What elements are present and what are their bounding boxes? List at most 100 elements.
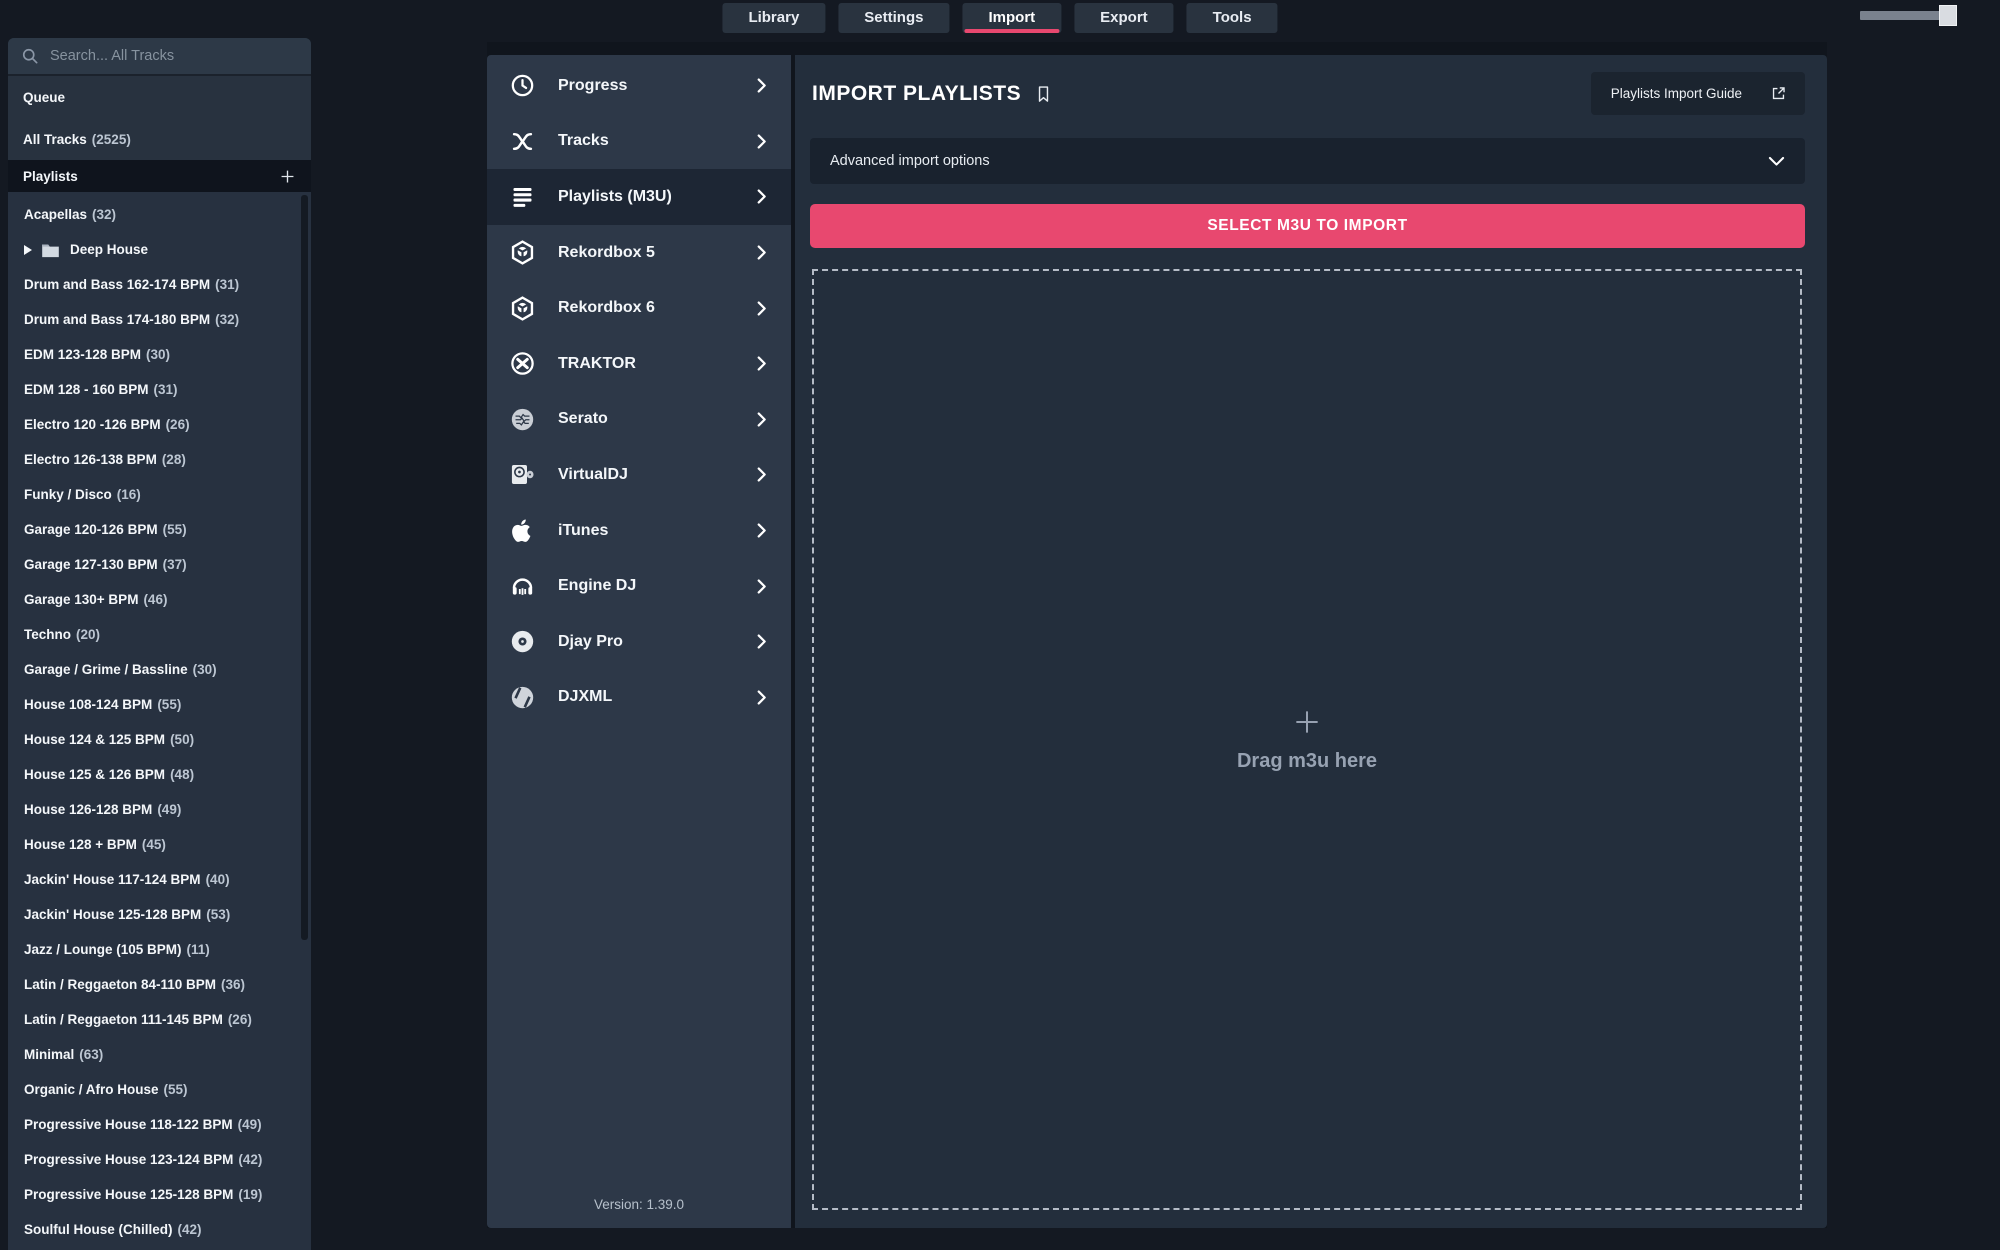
playlist-item[interactable]: Garage 130+ BPM(46) — [8, 582, 311, 617]
playlist-item[interactable]: EDM 123-128 BPM(30) — [8, 337, 311, 372]
clock-icon — [509, 72, 536, 99]
playlist-item[interactable]: Latin / Reggaeton 111-145 BPM(26) — [8, 1002, 311, 1037]
chevron-right-icon — [752, 465, 771, 484]
chevron-right-icon — [752, 299, 771, 318]
main-tabs: Library Settings Import Export Tools — [722, 3, 1277, 33]
dropzone-label: Drag m3u here — [1237, 750, 1377, 773]
zoom-slider-handle[interactable] — [1939, 5, 1957, 26]
caret-right-icon[interactable] — [24, 245, 32, 255]
tab-library[interactable]: Library — [722, 3, 825, 33]
source-item-tracks[interactable]: Tracks — [487, 114, 791, 170]
playlist-item[interactable]: House 126-128 BPM(49) — [8, 792, 311, 827]
playlist-item[interactable]: Jackin' House 117-124 BPM(40) — [8, 862, 311, 897]
source-item-djay-pro[interactable]: Djay Pro — [487, 614, 791, 670]
apple-icon — [509, 517, 536, 544]
all-tracks-count: (2525) — [92, 132, 131, 147]
select-m3u-button[interactable]: SELECT M3U TO IMPORT — [810, 204, 1805, 248]
playlist-item[interactable]: House 108-124 BPM(55) — [8, 687, 311, 722]
source-item-djxml[interactable]: DJXML — [487, 670, 791, 726]
app-version: Version: 1.39.0 — [487, 1197, 791, 1212]
source-item-virtualdj[interactable]: VirtualDJ — [487, 447, 791, 503]
playlist-folder-deep-house[interactable]: Deep House — [8, 232, 311, 267]
playlist-item[interactable]: Soulful House (Chilled)(42) — [8, 1212, 311, 1247]
chevron-right-icon — [752, 577, 771, 596]
external-link-icon — [1770, 85, 1787, 102]
chevron-right-icon — [752, 354, 771, 373]
top-navigation-bar: Library Settings Import Export Tools — [0, 0, 2000, 42]
tab-import[interactable]: Import — [962, 3, 1061, 33]
playlist-item[interactable]: Progressive House 118-122 BPM(49) — [8, 1107, 311, 1142]
sidebar-item-all-tracks[interactable]: All Tracks (2525) — [8, 118, 311, 160]
playlist-item[interactable]: EDM 128 - 160 BPM(31) — [8, 372, 311, 407]
source-item-engine-dj[interactable]: Engine DJ — [487, 558, 791, 614]
list-icon — [509, 183, 536, 210]
playlist-item[interactable]: Drum and Bass 174-180 BPM(32) — [8, 302, 311, 337]
tab-settings[interactable]: Settings — [838, 3, 949, 33]
sidebar: Queue All Tracks (2525) Playlists Acapel… — [8, 38, 311, 1250]
playlist-item[interactable]: Progressive House 123-124 BPM(42) — [8, 1142, 311, 1177]
chevron-right-icon — [752, 410, 771, 429]
active-tab-indicator — [964, 29, 1059, 33]
playlists-header-label: Playlists — [23, 169, 78, 184]
playlist-item[interactable]: Minimal(63) — [8, 1037, 311, 1072]
search-input[interactable] — [50, 48, 299, 64]
playlist-item[interactable]: Jackin' House 125-128 BPM(53) — [8, 897, 311, 932]
source-item-traktor[interactable]: TRAKTOR — [487, 336, 791, 392]
chevron-right-icon — [752, 187, 771, 206]
sidebar-scrollbar[interactable] — [301, 195, 308, 940]
playlist-item[interactable]: Electro 126-138 BPM(28) — [8, 442, 311, 477]
queue-label: Queue — [23, 90, 65, 105]
page-title: IMPORT PLAYLISTS — [812, 72, 1053, 116]
chevron-down-icon — [1766, 151, 1787, 172]
source-item-rekordbox-6[interactable]: Rekordbox 6 — [487, 280, 791, 336]
serato-icon — [509, 406, 536, 433]
source-item-rekordbox-5[interactable]: Rekordbox 5 — [487, 225, 791, 281]
import-sources-panel: Progress Tracks Playlists (M3U) Rekordbo… — [487, 55, 791, 1228]
vinyl-icon — [509, 628, 536, 655]
source-item-playlists-m3u[interactable]: Playlists (M3U) — [487, 169, 791, 225]
playlist-item[interactable]: Garage 120-126 BPM(55) — [8, 512, 311, 547]
add-playlist-button[interactable] — [275, 164, 299, 188]
headphones-icon — [509, 573, 536, 600]
plus-icon — [278, 167, 297, 186]
playlist-item[interactable]: House 128 + BPM(45) — [8, 827, 311, 862]
playlist-item[interactable]: Drum and Bass 162-174 BPM(31) — [8, 267, 311, 302]
playlist-item[interactable]: Techno(20) — [8, 617, 311, 652]
chevron-right-icon — [752, 243, 771, 262]
playlist-item[interactable]: Organic / Afro House(55) — [8, 1072, 311, 1107]
advanced-import-options-toggle[interactable]: Advanced import options — [810, 138, 1805, 184]
virtualdj-icon — [509, 461, 536, 488]
chevron-right-icon — [752, 521, 771, 540]
folder-icon — [41, 242, 60, 258]
playlists-section-header: Playlists — [8, 160, 311, 192]
tab-export[interactable]: Export — [1074, 3, 1174, 33]
playlist-item[interactable]: House 125 & 126 BPM(48) — [8, 757, 311, 792]
lexicon-logo-icon — [509, 128, 536, 155]
tab-tools[interactable]: Tools — [1187, 3, 1278, 33]
source-item-itunes[interactable]: iTunes — [487, 503, 791, 559]
source-item-progress[interactable]: Progress — [487, 58, 791, 114]
rekordbox-icon — [509, 295, 536, 322]
playlist-item[interactable]: Garage / Grime / Bassline(30) — [8, 652, 311, 687]
all-tracks-label: All Tracks — [23, 132, 87, 147]
bookmark-icon[interactable] — [1034, 82, 1053, 106]
playlist-item[interactable]: Electro 120 -126 BPM(26) — [8, 407, 311, 442]
playlist-item[interactable]: Jazz / Lounge (105 BPM)(11) — [8, 932, 311, 967]
playlist-item[interactable]: Acapellas(32) — [8, 197, 311, 232]
playlist-item[interactable]: Progressive House 125-128 BPM(19) — [8, 1177, 311, 1212]
rekordbox-icon — [509, 239, 536, 266]
zoom-slider[interactable] — [1860, 11, 1955, 20]
playlist-item[interactable]: Latin / Reggaeton 84-110 BPM(36) — [8, 967, 311, 1002]
traktor-icon — [509, 350, 536, 377]
djxml-icon — [509, 684, 536, 711]
import-playlists-panel: IMPORT PLAYLISTS Playlists Import Guide … — [795, 55, 1827, 1228]
playlists-import-guide-button[interactable]: Playlists Import Guide — [1591, 72, 1805, 115]
playlist-item[interactable]: Garage 127-130 BPM(37) — [8, 547, 311, 582]
search-bar — [8, 38, 311, 76]
sidebar-item-queue[interactable]: Queue — [8, 76, 311, 118]
playlist-item[interactable]: Funky / Disco(16) — [8, 477, 311, 512]
m3u-dropzone[interactable]: Drag m3u here — [812, 269, 1802, 1210]
playlist-item[interactable]: House 124 & 125 BPM(50) — [8, 722, 311, 757]
chevron-right-icon — [752, 688, 771, 707]
source-item-serato[interactable]: Serato — [487, 392, 791, 448]
